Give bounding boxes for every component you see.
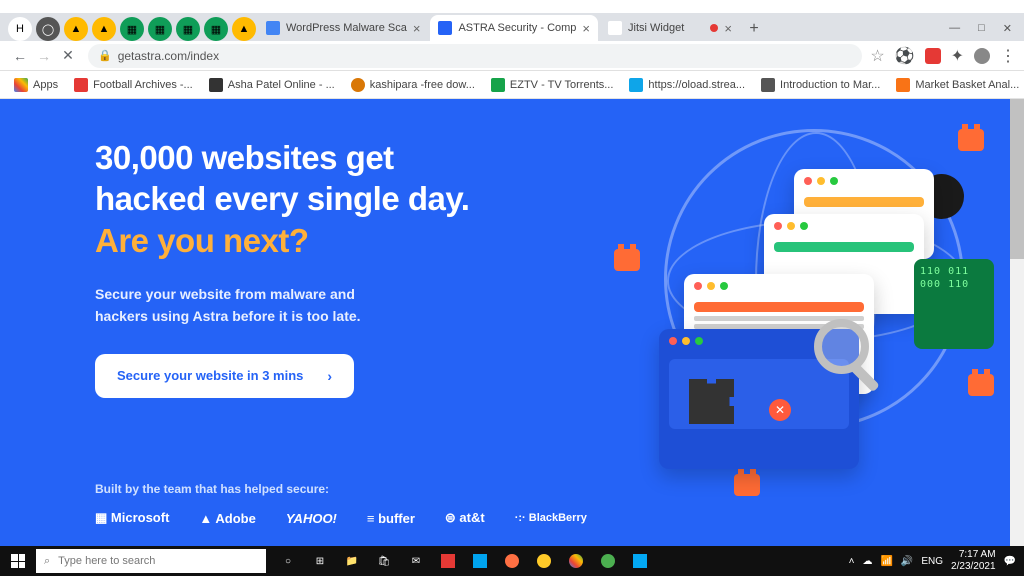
logo-yahoo: YAHOO! bbox=[286, 511, 337, 526]
app-icon[interactable]: 📁 bbox=[336, 546, 368, 576]
taskbar: ⌕ Type here to search ○ ⊞ 📁 🛍 ✉ ˄ ☁ 📶 🔊 … bbox=[0, 546, 1024, 576]
magnifier-icon bbox=[814, 319, 869, 374]
puzzle-icon bbox=[689, 379, 734, 424]
lock-icon: 🔒 bbox=[98, 49, 112, 62]
address-bar: ← → ✕ 🔒 getastra.com/index ☆ ⚽ ✦ ⋮ bbox=[0, 41, 1024, 71]
chevron-right-icon: › bbox=[327, 368, 332, 384]
bookmark-item[interactable]: Market Basket Anal... bbox=[890, 76, 1024, 94]
bug-icon bbox=[734, 474, 760, 496]
tab-favicon[interactable]: ▦ bbox=[176, 17, 200, 41]
bookmarks-bar: Apps Football Archives -... Asha Patel O… bbox=[0, 71, 1024, 99]
logo-buffer: ≡ buffer bbox=[367, 511, 415, 526]
bookmark-item[interactable]: EZTV - TV Torrents... bbox=[485, 76, 620, 94]
cta-button[interactable]: Secure your website in 3 mins › bbox=[95, 354, 354, 398]
tray-icon[interactable]: ☁ bbox=[862, 556, 872, 567]
scrollbar[interactable] bbox=[1010, 99, 1024, 546]
logo-att: ⊜ at&t bbox=[445, 510, 485, 526]
close-icon[interactable]: × bbox=[582, 21, 590, 36]
bookmark-item[interactable]: https://oload.strea... bbox=[623, 76, 751, 94]
ext-icon[interactable] bbox=[925, 48, 941, 64]
browser-tab-bar: H ◯ ▲ ▲ ▦ ▦ ▦ ▦ ▲ WordPress Malware Sca … bbox=[0, 13, 1024, 41]
tab-favicon[interactable]: ▲ bbox=[64, 17, 88, 41]
close-icon[interactable]: × bbox=[413, 21, 421, 36]
search-icon: ⌕ bbox=[44, 555, 50, 568]
new-tab-button[interactable]: + bbox=[742, 17, 766, 41]
tab-favicon[interactable]: ▦ bbox=[204, 17, 228, 41]
reload-button[interactable]: ✕ bbox=[56, 44, 80, 68]
tab-jitsi[interactable]: Jitsi Widget × bbox=[600, 15, 740, 41]
app-icon[interactable] bbox=[560, 546, 592, 576]
tray-chevron-icon[interactable]: ˄ bbox=[849, 556, 855, 567]
start-button[interactable] bbox=[0, 546, 36, 576]
app-icon[interactable]: ✉ bbox=[400, 546, 432, 576]
trusted-by: Built by the team that has helped secure… bbox=[95, 482, 587, 526]
tab-astra[interactable]: ASTRA Security - Comp × bbox=[430, 15, 598, 41]
app-icon[interactable]: 🛍 bbox=[368, 546, 400, 576]
tab-favicon[interactable]: ◯ bbox=[36, 17, 60, 41]
app-icon[interactable] bbox=[432, 546, 464, 576]
logo-adobe: ▲ Adobe bbox=[199, 511, 255, 526]
star-icon[interactable]: ☆ bbox=[870, 46, 884, 66]
tab-favicon[interactable]: H bbox=[8, 17, 32, 41]
logo-blackberry: ·:· BlackBerry bbox=[515, 512, 587, 524]
app-icon[interactable] bbox=[496, 546, 528, 576]
extensions-icon[interactable]: ✦ bbox=[951, 46, 964, 66]
hero-subtext: Secure your website from malware and hac… bbox=[95, 283, 520, 328]
forward-button[interactable]: → bbox=[32, 44, 56, 68]
bookmark-item[interactable]: Football Archives -... bbox=[68, 76, 199, 94]
bug-icon bbox=[968, 374, 994, 396]
cortana-icon[interactable]: ○ bbox=[272, 546, 304, 576]
app-icon[interactable] bbox=[528, 546, 560, 576]
hero-heading: 30,000 websites get hacked every single … bbox=[95, 137, 520, 261]
url-input[interactable]: 🔒 getastra.com/index bbox=[88, 44, 862, 68]
taskview-icon[interactable]: ⊞ bbox=[304, 546, 336, 576]
tray-wifi-icon[interactable]: 📶 bbox=[880, 556, 892, 567]
error-icon: ✕ bbox=[769, 399, 791, 421]
bug-icon bbox=[614, 249, 640, 271]
tray-notifications-icon[interactable]: 💬 bbox=[1004, 556, 1016, 567]
app-icon[interactable] bbox=[592, 546, 624, 576]
tab-favicon[interactable]: ▲ bbox=[92, 17, 116, 41]
tab-favicon[interactable]: ▦ bbox=[120, 17, 144, 41]
tab-favicon[interactable]: ▦ bbox=[148, 17, 172, 41]
hero-illustration: 110 011 000 110 ✕ bbox=[614, 119, 994, 499]
app-icon[interactable] bbox=[624, 546, 656, 576]
taskbar-search[interactable]: ⌕ Type here to search bbox=[36, 549, 266, 573]
menu-icon[interactable]: ⋮ bbox=[1000, 46, 1016, 66]
app-icon[interactable] bbox=[464, 546, 496, 576]
window-close[interactable]: ✕ bbox=[1003, 22, 1012, 35]
page-content: 30,000 websites get hacked every single … bbox=[0, 99, 1024, 546]
tray-lang[interactable]: ENG bbox=[921, 556, 943, 567]
bookmark-item[interactable]: kashipara -free dow... bbox=[345, 76, 481, 94]
tab-favicon[interactable]: ▲ bbox=[232, 17, 256, 41]
close-icon[interactable]: × bbox=[724, 21, 732, 36]
ext-icon[interactable]: ⚽ bbox=[895, 46, 915, 66]
avatar-icon[interactable] bbox=[974, 48, 990, 64]
bookmark-item[interactable]: Introduction to Mar... bbox=[755, 76, 886, 94]
tray-clock[interactable]: 7:17 AM 2/23/2021 bbox=[951, 549, 996, 573]
tab-wordpress[interactable]: WordPress Malware Sca × bbox=[258, 15, 428, 41]
back-button[interactable]: ← bbox=[8, 44, 32, 68]
window-maximize[interactable]: □ bbox=[978, 22, 985, 35]
tray-volume-icon[interactable]: 🔊 bbox=[901, 556, 913, 567]
logo-microsoft: ▦ Microsoft bbox=[95, 510, 169, 526]
apps-button[interactable]: Apps bbox=[8, 76, 64, 94]
binary-panel: 110 011 000 110 bbox=[914, 259, 994, 349]
bookmark-item[interactable]: Asha Patel Online - ... bbox=[203, 76, 341, 94]
window-minimize[interactable]: — bbox=[949, 22, 960, 35]
bug-icon bbox=[958, 129, 984, 151]
